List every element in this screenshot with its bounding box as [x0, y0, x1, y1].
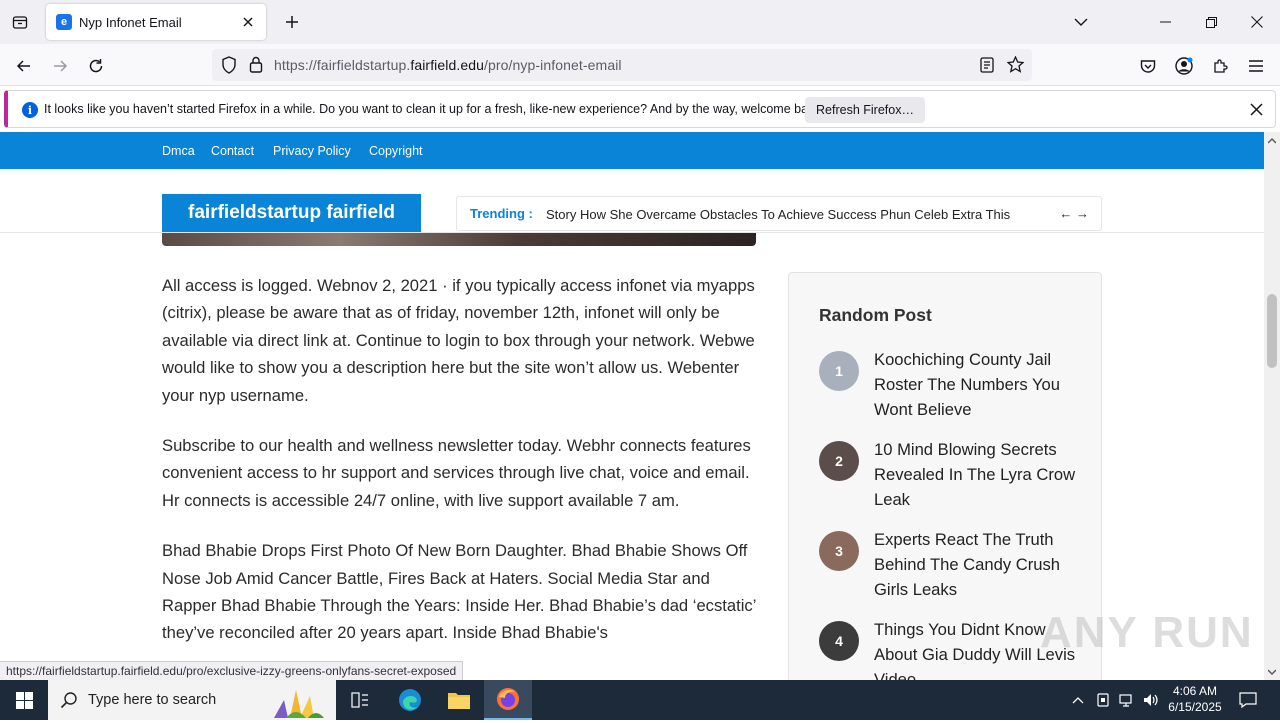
watermark-logo: ANY RUN	[1040, 608, 1254, 657]
clock-date: 6/15/2025	[1168, 700, 1222, 714]
notification-message: It looks like you haven’t started Firefo…	[44, 102, 825, 116]
url-path: /pro/nyp-infonet-email	[484, 57, 622, 73]
tab-overflow-chevron-icon[interactable]	[1058, 0, 1104, 44]
post-number: 2	[835, 453, 843, 469]
nav-link-contact[interactable]: Contact	[211, 144, 254, 158]
tab-close-icon[interactable]	[240, 14, 256, 30]
search-icon	[60, 691, 78, 714]
tab-list-icon[interactable]	[8, 10, 32, 34]
post-number: 1	[835, 363, 843, 379]
trending-label: Trending :	[470, 206, 533, 221]
url-text[interactable]: https://fairfieldstartup.fairfield.edu/p…	[274, 57, 622, 73]
extensions-icon[interactable]	[1206, 52, 1234, 80]
page-scrollbar[interactable]	[1264, 132, 1280, 680]
scroll-up-icon[interactable]	[1268, 137, 1276, 145]
scrollbar-thumb[interactable]	[1267, 294, 1277, 368]
scroll-down-icon[interactable]	[1268, 668, 1276, 676]
url-domain: fairfield.edu	[410, 57, 485, 73]
tray-overflow-chevron-icon[interactable]	[1068, 690, 1088, 710]
refresh-firefox-notification: i It looks like you haven’t started Fire…	[4, 90, 1276, 128]
url-prefix: https://fairfieldstartup.	[274, 57, 411, 73]
nav-link-privacy-policy[interactable]: Privacy Policy	[273, 144, 351, 158]
refresh-firefox-button[interactable]: Refresh Firefox…	[805, 97, 925, 123]
reload-icon[interactable]	[82, 52, 110, 80]
trending-link[interactable]: Story How She Overcame Obstacles To Achi…	[546, 207, 1010, 222]
device-icon[interactable]	[1093, 690, 1113, 710]
navigation-toolbar: https://fairfieldstartup.fairfield.edu/p…	[0, 44, 1280, 86]
file-explorer-icon[interactable]	[435, 680, 483, 720]
trending-ticker: Trending : Story How She Overcame Obstac…	[456, 196, 1102, 231]
account-icon[interactable]	[1170, 52, 1198, 80]
volume-icon[interactable]	[1141, 690, 1161, 710]
site-top-nav: Dmca Contact Privacy Policy Copyright	[0, 132, 1264, 169]
article-body: All access is logged. Webnov 2, 2021 · i…	[162, 272, 762, 670]
search-highlight-tulips-icon	[266, 684, 328, 723]
nav-link-dmca[interactable]: Dmca	[162, 144, 195, 158]
new-tab-icon[interactable]	[280, 10, 304, 34]
tracking-shield-icon[interactable]	[221, 56, 237, 79]
post-title-link[interactable]: Experts React The Truth Behind The Candy…	[874, 527, 1079, 602]
task-view-icon[interactable]	[336, 680, 384, 720]
post-thumbnail: 1	[819, 351, 859, 391]
notification-close-icon[interactable]	[1247, 100, 1265, 118]
bookmark-star-icon[interactable]	[1006, 55, 1025, 78]
nav-link-copyright[interactable]: Copyright	[369, 144, 423, 158]
minimize-icon[interactable]	[1142, 0, 1188, 44]
post-title-link[interactable]: Koochiching County Jail Roster The Numbe…	[874, 347, 1079, 422]
article-hero-image	[162, 233, 756, 246]
info-icon: i	[22, 102, 38, 118]
link-status-url: https://fairfieldstartup.fairfield.edu/p…	[0, 661, 464, 680]
post-title-link[interactable]: 10 Mind Blowing Secrets Revealed In The …	[874, 437, 1079, 512]
search-placeholder: Type here to search	[88, 692, 217, 708]
post-thumbnail: 3	[819, 531, 859, 571]
pocket-icon[interactable]	[1134, 52, 1162, 80]
tab-favicon-icon: e	[56, 14, 72, 30]
system-clock[interactable]: 4:06 AM 6/15/2025	[1160, 683, 1230, 715]
article-paragraph: All access is logged. Webnov 2, 2021 · i…	[162, 276, 755, 405]
widget-title: Random Post	[819, 305, 932, 325]
url-bar[interactable]: https://fairfieldstartup.fairfield.edu/p…	[212, 49, 1032, 81]
article-paragraph: Subscribe to our health and wellness new…	[162, 436, 751, 510]
post-number: 4	[835, 633, 843, 649]
page-viewport: Dmca Contact Privacy Policy Copyright fa…	[0, 132, 1264, 680]
trending-arrows[interactable]: ← →	[1059, 206, 1089, 221]
tab-title: Nyp Infonet Email	[79, 14, 182, 30]
post-number: 3	[835, 543, 843, 559]
site-header: fairfieldstartup fairfield Trending : St…	[0, 169, 1264, 233]
browser-tab[interactable]: e Nyp Infonet Email	[46, 4, 266, 40]
tab-strip: e Nyp Infonet Email	[0, 0, 1280, 44]
windows-start-icon[interactable]	[0, 680, 48, 720]
windows-taskbar: Type here to search 4:06 AM 6/15/2025	[0, 680, 1280, 720]
notification-center-icon[interactable]	[1238, 690, 1258, 710]
menu-hamburger-icon[interactable]	[1242, 52, 1270, 80]
forward-icon[interactable]	[46, 52, 74, 80]
network-icon[interactable]	[1117, 690, 1137, 710]
article-paragraph: Bhad Bhabie Drops First Photo Of New Bor…	[162, 541, 756, 643]
reader-view-icon[interactable]	[980, 57, 994, 78]
post-thumbnail: 2	[819, 441, 859, 481]
window-close-icon[interactable]	[1234, 0, 1280, 44]
firefox-taskbar-icon[interactable]	[484, 680, 532, 720]
edge-browser-icon[interactable]	[386, 680, 434, 720]
back-icon[interactable]	[10, 52, 38, 80]
restore-icon[interactable]	[1188, 0, 1234, 44]
taskbar-search[interactable]: Type here to search	[48, 680, 336, 720]
site-logo[interactable]: fairfieldstartup fairfield	[162, 194, 421, 232]
post-thumbnail: 4	[819, 621, 859, 661]
clock-time: 4:06 AM	[1172, 684, 1218, 698]
lock-icon[interactable]	[249, 56, 263, 78]
